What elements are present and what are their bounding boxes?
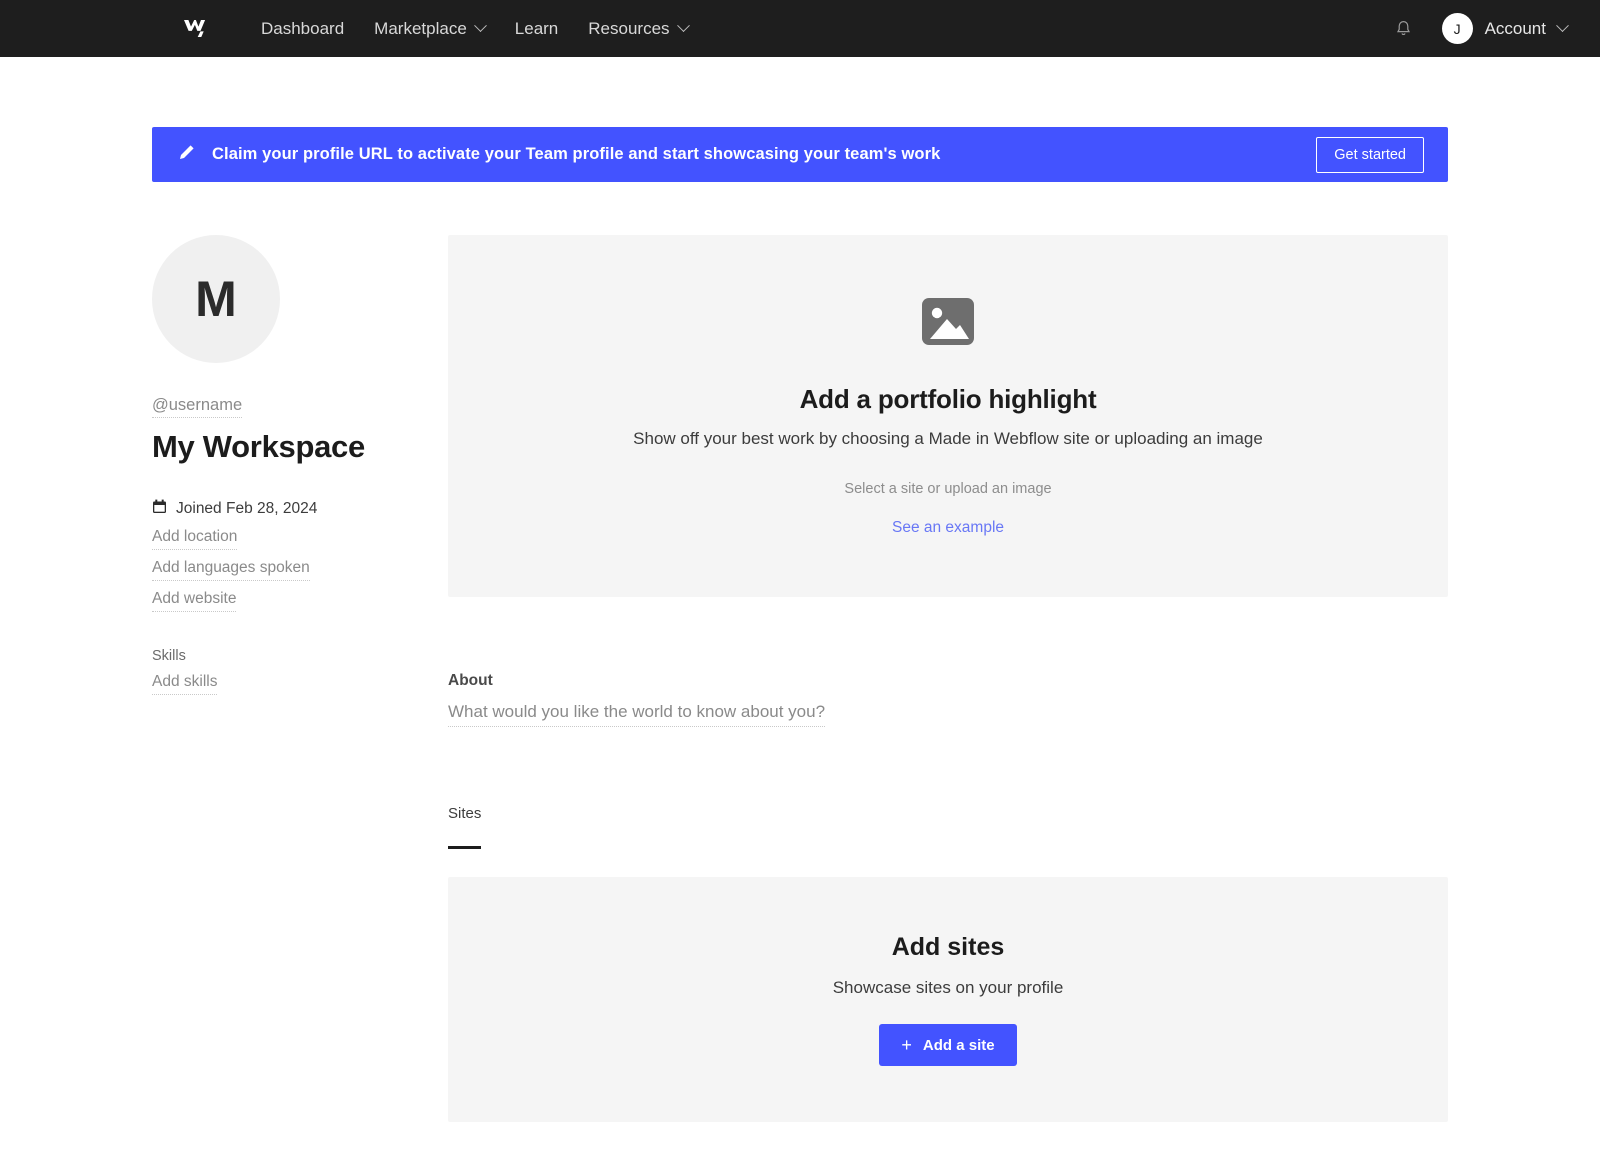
skills-section: Skills Add skills — [152, 648, 448, 695]
tab-sites-label: Sites — [448, 805, 482, 822]
add-skills-link[interactable]: Add skills — [152, 673, 218, 695]
add-website-link[interactable]: Add website — [152, 590, 237, 612]
about-section: About What would you like the world to k… — [448, 672, 1448, 727]
nav-link-marketplace-label: Marketplace — [374, 18, 467, 38]
nav-link-marketplace[interactable]: Marketplace — [359, 11, 500, 47]
page-container: Claim your profile URL to activate your … — [0, 127, 1600, 1122]
bell-icon[interactable] — [1386, 11, 1422, 47]
profile-sidebar: M @username My Workspace Joined Feb 28, … — [152, 235, 448, 1122]
add-a-site-button[interactable]: + Add a site — [879, 1024, 1017, 1066]
get-started-button[interactable]: Get started — [1316, 136, 1424, 173]
profile-avatar[interactable]: M — [152, 235, 280, 363]
portfolio-title: Add a portfolio highlight — [799, 384, 1097, 414]
profile-meta-list: Joined Feb 28, 2024 Add location Add lan… — [152, 499, 448, 612]
nav-link-learn-label: Learn — [514, 18, 559, 38]
nav-link-dashboard-label: Dashboard — [261, 18, 345, 38]
claim-profile-banner: Claim your profile URL to activate your … — [152, 127, 1448, 182]
avatar: J — [1441, 13, 1473, 44]
add-location-link[interactable]: Add location — [152, 528, 238, 550]
add-sites-subtitle: Showcase sites on your profile — [832, 978, 1064, 997]
add-languages-link[interactable]: Add languages spoken — [152, 559, 310, 581]
profile-content: Add a portfolio highlight Show off your … — [448, 235, 1448, 1122]
image-placeholder-icon — [919, 295, 977, 353]
chevron-down-icon — [473, 19, 487, 33]
profile-body: M @username My Workspace Joined Feb 28, … — [152, 235, 1448, 1122]
account-label: Account — [1484, 18, 1546, 38]
tab-sites[interactable]: Sites — [448, 805, 482, 849]
banner-message-group: Claim your profile URL to activate your … — [178, 144, 940, 166]
webflow-logo-icon[interactable] — [182, 14, 212, 44]
about-input[interactable]: What would you like the world to know ab… — [448, 702, 826, 727]
nav-link-resources-label: Resources — [588, 18, 670, 38]
calendar-icon — [152, 499, 167, 519]
add-sites-title: Add sites — [891, 933, 1005, 961]
top-navigation-bar: Dashboard Marketplace Learn Resources J … — [0, 0, 1600, 57]
about-label: About — [448, 672, 493, 689]
portfolio-highlight-card[interactable]: Add a portfolio highlight Show off your … — [448, 235, 1448, 597]
account-menu[interactable]: J Account — [1436, 9, 1573, 48]
nav-right-group: J Account — [1386, 9, 1573, 48]
joined-date: Joined Feb 28, 2024 — [152, 499, 317, 519]
chevron-down-icon — [676, 19, 690, 33]
content-tabs: Sites — [448, 805, 1448, 849]
add-a-site-label: Add a site — [922, 1036, 995, 1054]
add-sites-card: Add sites Showcase sites on your profile… — [448, 877, 1448, 1122]
skills-title: Skills — [152, 648, 186, 664]
chevron-down-icon — [1556, 19, 1569, 33]
nav-link-learn[interactable]: Learn — [500, 11, 573, 47]
pencil-icon — [178, 144, 195, 166]
portfolio-hint: Select a site or upload an image — [844, 481, 1052, 497]
profile-username[interactable]: @username — [152, 396, 243, 418]
banner-message: Claim your profile URL to activate your … — [212, 145, 941, 163]
nav-link-resources[interactable]: Resources — [573, 11, 702, 47]
portfolio-subtitle: Show off your best work by choosing a Ma… — [633, 429, 1263, 448]
joined-date-label: Joined Feb 28, 2024 — [176, 500, 318, 517]
nav-link-dashboard[interactable]: Dashboard — [246, 11, 359, 47]
nav-links: Dashboard Marketplace Learn Resources — [246, 11, 703, 47]
see-an-example-link[interactable]: See an example — [892, 519, 1004, 537]
plus-icon: + — [901, 1035, 912, 1055]
workspace-name: My Workspace — [152, 429, 365, 464]
